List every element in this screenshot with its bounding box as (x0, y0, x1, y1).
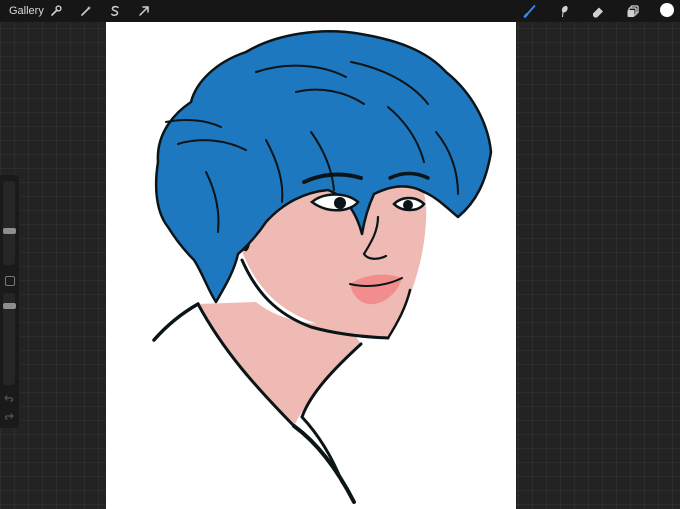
portrait-illustration (152, 30, 493, 504)
collar-line (292, 424, 356, 504)
undo-button[interactable] (4, 393, 14, 403)
eraser-icon (593, 7, 603, 18)
left-sidebar (0, 175, 19, 428)
layers-icon (627, 5, 639, 17)
color-picker-button[interactable] (660, 3, 674, 17)
selection-button[interactable] (106, 2, 124, 20)
left-pupil (334, 197, 346, 209)
layers-button[interactable] (624, 2, 642, 20)
adjustments-wand-button[interactable] (77, 2, 95, 20)
right-pupil (403, 200, 413, 210)
actions-wrench-button[interactable] (47, 2, 65, 20)
brush-icon (523, 5, 536, 18)
smudge-tool-button[interactable] (555, 2, 573, 20)
redo-button[interactable] (4, 411, 14, 421)
drawing-canvas[interactable] (106, 22, 516, 509)
brush-size-slider[interactable] (3, 181, 15, 265)
modify-square-icon[interactable] (5, 276, 15, 286)
gallery-button[interactable]: Gallery (9, 4, 44, 18)
magic-wand-icon (81, 6, 91, 16)
top-toolbar: Gallery (0, 0, 680, 22)
wrench-icon (51, 5, 62, 16)
opacity-thumb[interactable] (3, 303, 16, 309)
shoulder-line (152, 302, 200, 342)
brush-tool-button[interactable] (521, 2, 539, 20)
transform-button[interactable] (135, 2, 153, 20)
smudge-icon (561, 5, 568, 17)
undo-arrow-icon (4, 395, 14, 402)
redo-arrow-icon (4, 413, 14, 420)
eraser-tool-button[interactable] (589, 2, 607, 20)
procreate-app: Gallery (0, 0, 680, 509)
selection-s-icon (111, 5, 119, 16)
brush-size-thumb[interactable] (3, 228, 16, 234)
transform-arrow-icon (139, 6, 149, 16)
